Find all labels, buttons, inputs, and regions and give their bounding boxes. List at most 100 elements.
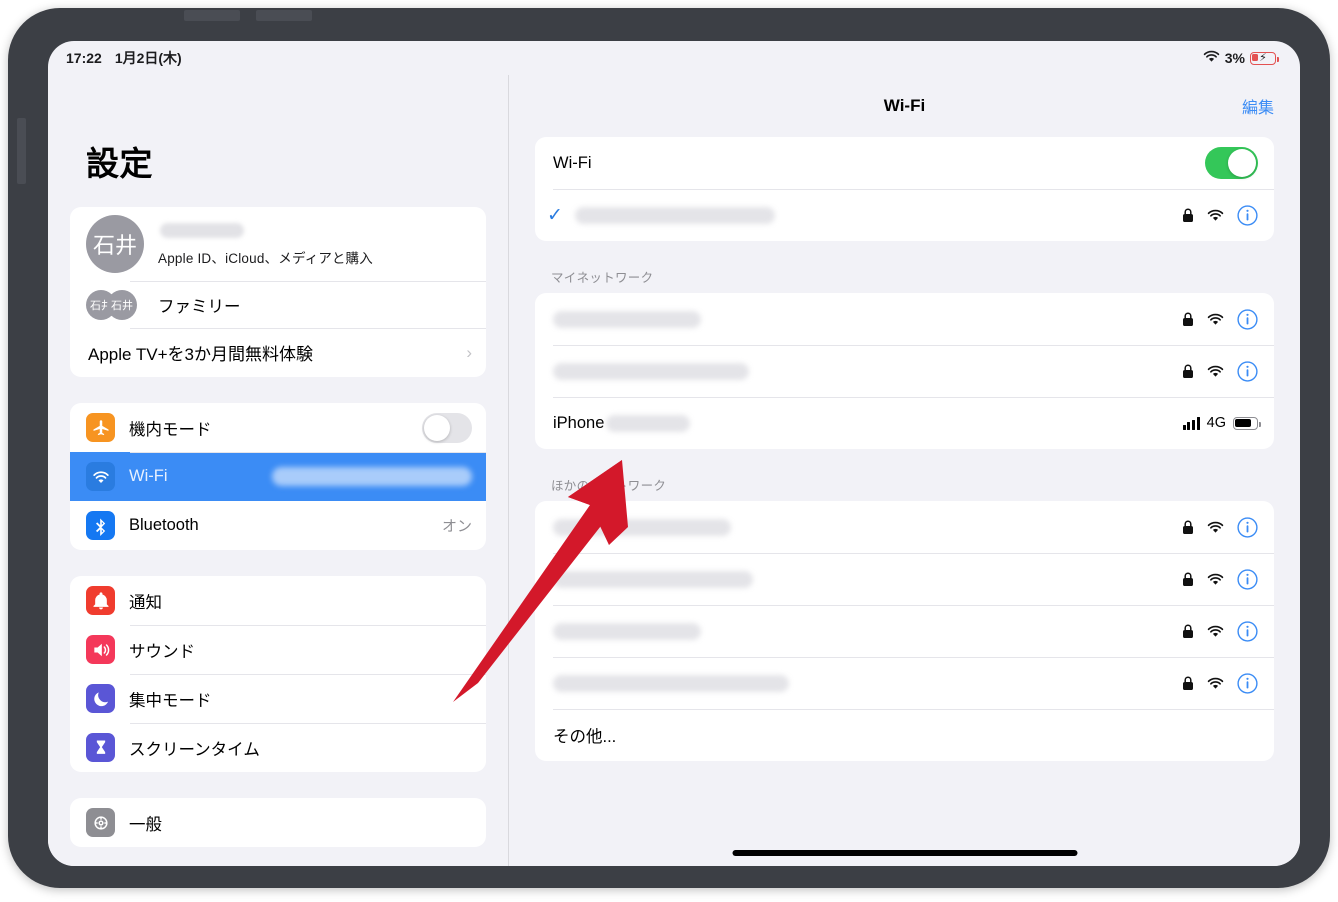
sidebar-item-label: 一般: [129, 815, 162, 834]
wifi-toggle[interactable]: [1205, 147, 1258, 179]
family-label: ファミリー: [158, 297, 241, 316]
wifi-icon: [1207, 677, 1224, 690]
chevron-right-icon: ›: [466, 342, 472, 362]
other-networks-header: ほかのネットワーク: [551, 479, 667, 493]
status-bar-left: 17:22 1月2日(木): [66, 48, 182, 68]
wifi-icon: [1207, 209, 1224, 222]
wifi-detail-pane: Wi-Fi 編集 Wi-Fi ✓ マイネットワーク iPhone 4G ほかのネ…: [509, 75, 1300, 866]
checkmark-icon: ✓: [547, 204, 563, 226]
hourglass-icon: [86, 733, 115, 762]
redacted-network-name: [575, 206, 775, 224]
gear-icon: [86, 808, 115, 837]
network-type-label: 4G: [1206, 415, 1226, 431]
sound-speaker-icon: [86, 635, 115, 664]
sidebar-item-label: Wi-Fi: [129, 467, 168, 485]
info-icon[interactable]: [1237, 204, 1258, 226]
redacted-account-name: [160, 223, 244, 238]
volume-down-button[interactable]: [256, 10, 312, 21]
family-avatar-2: 石井: [107, 289, 137, 320]
info-icon[interactable]: [1237, 672, 1258, 694]
power-button[interactable]: [17, 118, 26, 184]
appletv-promo-label: Apple TV+を3か月間無料体験: [88, 345, 314, 364]
lock-icon: [1182, 364, 1194, 379]
status-bar: 17:22 1月2日(木) 3% ⚡: [48, 41, 1300, 75]
connected-network-row[interactable]: ✓: [535, 189, 1274, 241]
sidebar-item-notifications[interactable]: 通知: [70, 576, 486, 625]
other-networks-card: その他...: [535, 501, 1274, 761]
sidebar-item-general[interactable]: 一般: [70, 798, 486, 847]
lock-icon: [1182, 676, 1194, 691]
info-icon[interactable]: [1237, 568, 1258, 590]
connectivity-card: 機内モード Wi-Fi Bluetooth オン: [70, 403, 486, 550]
bluetooth-icon: [86, 511, 115, 540]
wifi-icon: [1207, 313, 1224, 326]
avatar: 石井: [86, 215, 144, 273]
battery-percent: 3%: [1224, 50, 1245, 66]
network-row[interactable]: [535, 657, 1274, 709]
appletv-promo-row[interactable]: Apple TV+を3か月間無料体験 ›: [70, 328, 486, 377]
wifi-toggle-card: Wi-Fi ✓: [535, 137, 1274, 241]
family-row[interactable]: 石井 石井 ファミリー: [70, 281, 486, 328]
notifications-bell-icon: [86, 586, 115, 615]
sidebar-item-bluetooth[interactable]: Bluetooth オン: [70, 501, 486, 550]
profile-card: 石井 Apple ID、iCloud、メディアと購入 石井 石井 ファミリー A…: [70, 207, 486, 377]
detail-title: Wi-Fi: [883, 96, 926, 115]
split-view: 設定 石井 Apple ID、iCloud、メディアと購入 石井 石井 ファミリ…: [48, 75, 1300, 866]
sidebar-item-label: サウンド: [129, 642, 195, 661]
wifi-list: Wi-Fi ✓ マイネットワーク iPhone 4G ほかのネットワーク その他…: [509, 137, 1300, 761]
redacted-hotspot-suffix: [606, 414, 691, 432]
detail-header: Wi-Fi 編集: [509, 75, 1300, 137]
sidebar-item-screentime[interactable]: スクリーンタイム: [70, 723, 486, 772]
network-row[interactable]: [535, 553, 1274, 605]
lock-icon: [1182, 520, 1194, 535]
wifi-icon: [1207, 365, 1224, 378]
redacted-network-name: [553, 310, 701, 328]
hotspot-name: iPhone: [553, 413, 605, 432]
wifi-icon: [1207, 521, 1224, 534]
my-networks-header: マイネットワーク: [551, 271, 654, 285]
status-date: 1月2日(木): [114, 50, 182, 66]
sidebar-item-label: 通知: [129, 593, 162, 612]
sidebar-item-airplane-mode[interactable]: 機内モード: [70, 403, 486, 452]
volume-up-button[interactable]: [184, 10, 240, 21]
ipad-device-frame: 17:22 1月2日(木) 3% ⚡ 設定 石井 Apple ID、iCloud…: [8, 8, 1330, 888]
signal-bars-icon: [1182, 416, 1200, 430]
edit-button[interactable]: 編集: [1242, 94, 1274, 118]
info-icon[interactable]: [1237, 516, 1258, 538]
wifi-toggle-row[interactable]: Wi-Fi: [535, 137, 1274, 189]
sidebar-item-wifi[interactable]: Wi-Fi: [70, 452, 486, 501]
wifi-toggle-label: Wi-Fi: [553, 153, 592, 172]
sidebar-item-label: 集中モード: [129, 691, 212, 710]
airplane-mode-toggle[interactable]: [422, 412, 472, 443]
redacted-network-name: [553, 362, 749, 380]
other-network-label: その他...: [553, 728, 617, 746]
apple-id-subtitle: Apple ID、iCloud、メディアと購入: [158, 251, 373, 266]
sidebar-item-label: 機内モード: [129, 420, 212, 439]
home-indicator[interactable]: [732, 850, 1077, 856]
lock-icon: [1182, 312, 1194, 327]
status-bar-right: 3% ⚡: [1203, 50, 1279, 66]
other-network-row[interactable]: その他...: [535, 709, 1274, 761]
network-row[interactable]: [535, 605, 1274, 657]
hotspot-row-iphone[interactable]: iPhone 4G: [535, 397, 1274, 449]
page-title: 設定: [86, 145, 153, 182]
sidebar-item-sounds[interactable]: サウンド: [70, 625, 486, 674]
network-row[interactable]: [535, 293, 1274, 345]
status-time: 17:22: [66, 50, 102, 66]
info-icon[interactable]: [1237, 308, 1258, 330]
info-icon[interactable]: [1237, 360, 1258, 382]
sidebar-item-focus[interactable]: 集中モード: [70, 674, 486, 723]
wifi-icon: [1207, 625, 1224, 638]
apple-id-row[interactable]: 石井 Apple ID、iCloud、メディアと購入: [70, 207, 486, 281]
lock-icon: [1182, 208, 1194, 223]
family-avatars: 石井 石井: [86, 289, 144, 320]
hotspot-battery-icon: [1233, 416, 1261, 430]
info-icon[interactable]: [1237, 620, 1258, 642]
redacted-wifi-network-name: [272, 467, 472, 486]
network-row[interactable]: [535, 345, 1274, 397]
network-row[interactable]: [535, 501, 1274, 553]
wifi-icon: [86, 462, 115, 491]
system-card: 通知 サウンド 集中モード スクリーンタイム: [70, 576, 486, 772]
lock-icon: [1182, 572, 1194, 587]
sidebar-item-label: スクリーンタイム: [129, 740, 260, 759]
